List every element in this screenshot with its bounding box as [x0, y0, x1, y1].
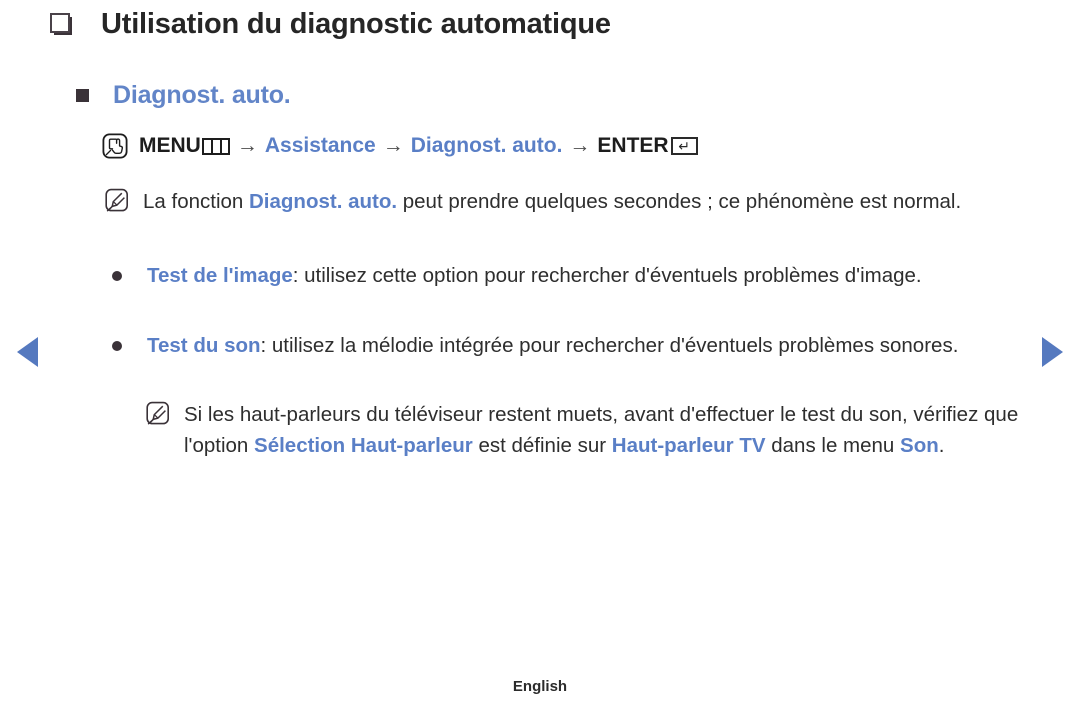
menu-path: MENU → Assistance → Diagnost. auto. → EN…: [102, 133, 698, 159]
manual-page: Utilisation du diagnostic automatique Di…: [0, 0, 1080, 705]
bullet-term-test-son: Test du son: [147, 334, 261, 357]
bullet-text: Test de l'image: utilisez cette option p…: [147, 264, 922, 287]
menu-path-menu-label: MENU: [139, 134, 201, 157]
pencil-note-icon: [104, 188, 130, 214]
page-title-row: Utilisation du diagnostic automatique: [50, 8, 611, 41]
menu-path-arrow-3: →: [569, 134, 591, 157]
note-auto-diagnosis-duration: La fonction Diagnost. auto. peut prendre…: [104, 186, 984, 217]
filled-disc-icon: [112, 271, 122, 281]
triangle-left-icon[interactable]: [17, 337, 38, 367]
square-outline-shadow-icon: [50, 13, 73, 36]
menu-path-arrow-2: →: [382, 134, 404, 157]
menu-grid-icon: [201, 137, 230, 155]
subnote-text: Si les haut-parleurs du téléviseur reste…: [184, 403, 1019, 457]
hand-press-button-icon: [102, 133, 128, 159]
footer-language: English: [512, 678, 568, 695]
filled-square-icon: [76, 89, 89, 102]
enter-return-icon: ↵: [670, 137, 698, 155]
subnote-term-tv-speaker: Haut-parleur TV: [611, 434, 766, 457]
page-title: Utilisation du diagnostic automatique: [101, 8, 611, 40]
pencil-note-icon: [145, 401, 171, 427]
section-heading: Diagnost. auto.: [113, 81, 291, 109]
menu-path-diagnost-label: Diagnost. auto.: [410, 134, 563, 157]
bullet-test-image: Test de l'image: utilisez cette option p…: [112, 260, 1022, 291]
bullet-test-son: Test du son: utilisez la mélodie intégré…: [112, 330, 962, 361]
subnote-term-speaker-select: Sélection Haut-parleur: [254, 434, 473, 457]
bullet-text: Test du son: utilisez la mélodie intégré…: [147, 334, 959, 357]
triangle-right-icon[interactable]: [1042, 337, 1063, 367]
menu-path-enter-label: ENTER: [597, 134, 669, 157]
subnote-speaker-select: Si les haut-parleurs du téléviseur reste…: [145, 399, 1035, 461]
section-heading-row: Diagnost. auto.: [76, 81, 291, 110]
bullet-term-test-image: Test de l'image: [147, 264, 293, 287]
note-text: La fonction Diagnost. auto. peut prendre…: [143, 190, 962, 213]
menu-path-arrow-1: →: [236, 134, 258, 157]
filled-disc-icon: [112, 341, 122, 351]
menu-path-assistance-label: Assistance: [264, 134, 376, 157]
subnote-term-sound-menu: Son: [900, 434, 939, 457]
note-highlight-diagnost: Diagnost. auto.: [249, 190, 398, 213]
